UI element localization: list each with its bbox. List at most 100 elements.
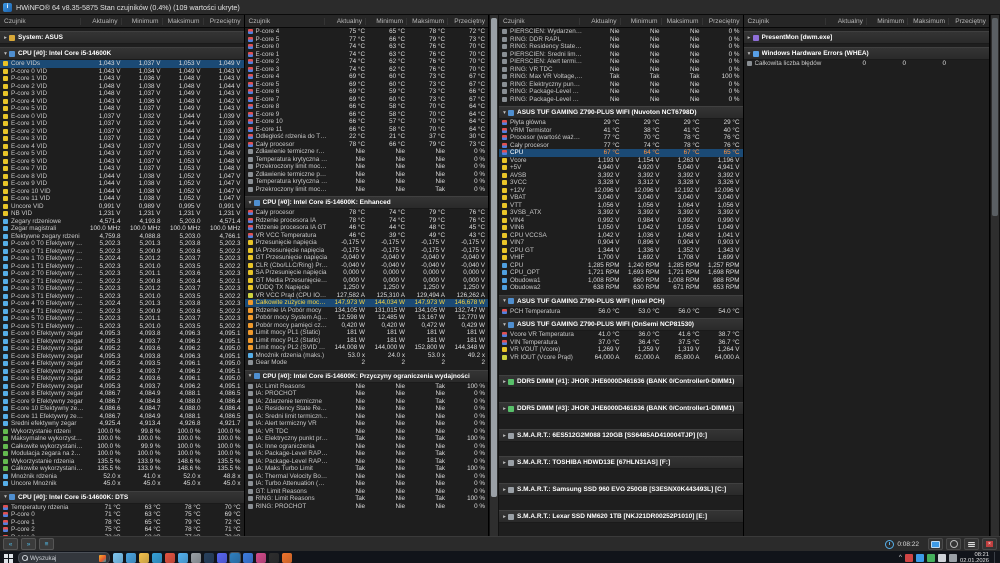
column-header-sensor[interactable]: Czujnik: [499, 18, 579, 25]
hwinfo-title-bar[interactable]: i HWiNFO® 64 v8.35-5875 Stan czujników (…: [0, 0, 1000, 15]
expanded-icon[interactable]: ▾: [2, 494, 9, 500]
tray-overflow-chevron-icon[interactable]: ^: [899, 555, 902, 561]
collapsed-icon[interactable]: ▸: [501, 514, 508, 520]
sensor-row[interactable]: RING: Package-Level PL2...NieNieNie0 %: [499, 96, 743, 104]
column-header-average[interactable]: Przeciętny: [447, 18, 488, 25]
sensor-section-row[interactable]: ▸PresentMon [dwm.exe]: [744, 31, 989, 44]
sensor-row[interactable]: E-core 11 VID1,044 V1,038 V1,052 V1,047 …: [0, 195, 244, 203]
sensor-row[interactable]: P-core 4 T1 Efektywny zegar5,202.35,200.…: [0, 308, 244, 316]
column-header-maximum[interactable]: Maksimum: [661, 18, 702, 25]
tray-icon-network[interactable]: [949, 554, 957, 562]
sensor-row[interactable]: P-core 4 VID1,043 V1,036 V1,048 V1,042 V: [0, 98, 244, 106]
column-header-current[interactable]: Aktualny: [324, 18, 365, 25]
sensor-row[interactable]: RING: DDR RAPLNieNieNie0 %: [499, 36, 743, 44]
sensor-row[interactable]: VIN70,904 V0,896 V0,904 V0,903 V: [499, 239, 743, 247]
sensor-row[interactable]: E-core 3 VID1,037 V1,032 V1,044 V1,039 V: [0, 135, 244, 143]
sensor-row[interactable]: IA: Średni limit termiczny dla bieżą...N…: [245, 413, 489, 421]
sensor-row[interactable]: GT Przesunięcie napięcia-0,040 V-0,040 V…: [245, 254, 489, 262]
sensor-row[interactable]: E-core 669 °C59 °C73 °C66 °C: [245, 88, 489, 96]
expanded-icon[interactable]: ▾: [501, 298, 508, 304]
sensor-row[interactable]: Rdzenie procesora IA GT46 °C44 °C48 °C45…: [245, 224, 489, 232]
sensor-row[interactable]: IA: Inne ograniczeniaNieNieNie0 %: [245, 443, 489, 451]
sensor-row[interactable]: E-core 769 °C60 °C73 °C67 °C: [245, 96, 489, 104]
sensor-row[interactable]: Zdławienie termiczne pakietu/peryferiówN…: [245, 171, 489, 179]
sensor-row[interactable]: IA: Zdarzenie termiczneNieNieTak0 %: [245, 398, 489, 406]
expanded-icon[interactable]: ▾: [247, 200, 254, 206]
sensor-section-row[interactable]: ▸DDR5 DIMM [#1]: JHOR JHE6000D461636 (BA…: [499, 375, 743, 388]
sensor-row[interactable]: Całkowite wykorzystanie procesora135.5 %…: [0, 465, 244, 473]
sensor-row[interactable]: E-core 2 VID1,037 V1,032 V1,044 V1,039 V: [0, 128, 244, 136]
sensor-row[interactable]: Mnożnik rdzenia52.0 x41.0 x52.0 x48.8 x: [0, 473, 244, 481]
collapsed-icon[interactable]: ▸: [501, 433, 508, 439]
collapsed-icon[interactable]: ▸: [2, 35, 9, 41]
sensor-section-row[interactable]: ▾CPU [#0]: Intel Core i5-14600K: [0, 47, 244, 60]
search-input[interactable]: Wyszukaj: [18, 552, 110, 563]
sensor-row[interactable]: IA: Limit ReasonsNieNieTak100 %: [245, 383, 489, 391]
sensor-row[interactable]: IA: Turbo Attenuation (MCT)NieNieNie0 %: [245, 480, 489, 488]
sensor-row[interactable]: E-core 0 VID1,037 V1,032 V1,044 V1,039 V: [0, 113, 244, 121]
taskbar-icon-chrome-browser[interactable]: [165, 553, 175, 563]
sensor-row[interactable]: E-core 5 Efektywny zegar4,095.34,093.74,…: [0, 368, 244, 376]
sensor-row[interactable]: 3VSB_ATX3,392 V3,392 V3,392 V3,392 V: [499, 209, 743, 217]
collapsed-icon[interactable]: ▸: [501, 487, 508, 493]
sensor-row[interactable]: RING: Package-Level RAPL...NieNieNie0 %: [499, 88, 743, 96]
taskbar-icon-steam[interactable]: [204, 553, 214, 563]
sensor-row[interactable]: P-core 3 T0 Efektywny zegar5,202.35,201.…: [0, 285, 244, 293]
column-header-minimum[interactable]: Minimum: [365, 18, 406, 25]
column-header-maximum[interactable]: Maksimum: [162, 18, 203, 25]
column-header-maximum[interactable]: Maksimum: [406, 18, 447, 25]
sensor-row[interactable]: P-core 475 °C65 °C78 °C72 °C: [245, 28, 489, 36]
sensor-row[interactable]: VBAT3,040 V3,040 V3,040 V3,040 V: [499, 194, 743, 202]
sensor-row[interactable]: Vcore1,193 V1,154 V1,263 V1,196 V: [499, 157, 743, 165]
sensor-row[interactable]: Cały procesor77 °C74 °C78 °C76 °C: [499, 142, 743, 150]
sensor-row[interactable]: E-core 10 Efektywny zegar4,086.64,084.74…: [0, 405, 244, 413]
sensor-row[interactable]: P-core 577 °C66 °C79 °C73 °C: [245, 36, 489, 44]
sensor-section-row[interactable]: ▸S.M.A.R.T.: 6ES512G2M088 120GB [SS6485A…: [499, 429, 743, 442]
sensor-row[interactable]: Zegar magistrali100.0 MHz100.0 MHz100.0 …: [0, 225, 244, 233]
taskbar-icon-mail[interactable]: [243, 553, 253, 563]
sensor-row[interactable]: E-core 1 VID1,037 V1,032 V1,044 V1,039 V: [0, 120, 244, 128]
sensor-row[interactable]: P-core 3 VID1,048 V1,037 V1,049 V1,043 V: [0, 90, 244, 98]
sensor-row[interactable]: Pobór mocy pamięci części chipa0,420 W0,…: [245, 322, 489, 330]
sensor-row[interactable]: VTT1,056 V1,056 V1,064 V1,056 V: [499, 202, 743, 210]
sensor-row[interactable]: IA: Maks Turbo LimitTakNieTak100 %: [245, 465, 489, 473]
sensor-row[interactable]: P-core 0 T1 Efektywny zegar5,202.35,200.…: [0, 248, 244, 256]
sensor-row[interactable]: Przekroczony limit mocy pakietu/peryf...…: [245, 186, 489, 194]
sensor-row[interactable]: E-core 966 °C58 °C70 °C64 °C: [245, 111, 489, 119]
sensor-row[interactable]: Limit mocy PL1 (Static)181 W181 W181 W18…: [245, 329, 489, 337]
sensor-section-row[interactable]: ▾CPU [#0]: Intel Core i5-14600K: Przyczy…: [245, 370, 489, 383]
sensor-row[interactable]: P-core 5 T1 Efektywny zegar5,202.35,201.…: [0, 323, 244, 331]
column-header-average[interactable]: Przeciętny: [702, 18, 743, 25]
sensor-row[interactable]: Efektywne zegary rdzeni4,759.84,088.85,2…: [0, 233, 244, 241]
collapsed-icon[interactable]: ▸: [501, 406, 508, 412]
sensor-section-row[interactable]: ▾ASUS TUF GAMING Z790-PLUS WIFI (OnSemi …: [499, 318, 743, 331]
sensor-row[interactable]: E-core 1166 °C58 °C70 °C64 °C: [245, 126, 489, 134]
sensor-row[interactable]: PIERŚCIEŃ: Alert termiczny...NieNieNie0 …: [499, 58, 743, 66]
sensor-row[interactable]: Obudowa11,008 RPM960 RPM1,008 RPM988 RPM: [499, 277, 743, 285]
sensor-row[interactable]: IA: Thermal Velocity BoostNieNieNie0 %: [245, 473, 489, 481]
report-button[interactable]: [964, 538, 979, 550]
sensor-section-row[interactable]: ▸DDR5 DIMM [#3]: JHOR JHE6000D461636 (BA…: [499, 402, 743, 415]
sensor-row[interactable]: E-core 7 Efektywny zegar4,095.34,093.74,…: [0, 383, 244, 391]
sensor-row[interactable]: Rdzenie IA Pobór mocy134,105 W131,015 W1…: [245, 307, 489, 315]
sensor-section-row[interactable]: ▾ASUS TUF GAMING Z790-PLUS WIFI (Intel P…: [499, 295, 743, 308]
sensor-row[interactable]: E-core 074 °C63 °C76 °C70 °C: [245, 43, 489, 51]
column-header-sensor[interactable]: Czujnik: [744, 18, 825, 25]
middle-scrollbar[interactable]: [489, 15, 499, 536]
sensor-row[interactable]: Vcore VR Temperatura41.0 °C36.0 °C41.6 °…: [499, 331, 743, 339]
sensor-row[interactable]: E-core 8 VID1,044 V1,038 V1,052 V1,047 V: [0, 173, 244, 181]
sensor-row[interactable]: Odległość rdzenia do TJMAX22 °C21 °C37 °…: [245, 133, 489, 141]
scrollbar-thumb[interactable]: [491, 18, 497, 497]
sensor-row[interactable]: RING: Residency State Reg...NieNieNie0 %: [499, 43, 743, 51]
sensor-row[interactable]: Przesunięcie napięcia-0,175 V-0,175 V-0,…: [245, 239, 489, 247]
sensor-row[interactable]: P-core 0 VID1,043 V1,034 V1,049 V1,043 V: [0, 68, 244, 76]
sensor-row[interactable]: NB VID1,231 V1,231 V1,231 V1,231 V: [0, 210, 244, 218]
sensor-row[interactable]: CPU1,285 RPM1,240 RPM1,285 RPM1,257 RPM: [499, 262, 743, 270]
taskbar-icon-microsoft-store[interactable]: [178, 553, 188, 563]
sensor-row[interactable]: Całkowite zużycie mocy przez proce...147…: [245, 299, 489, 307]
sensor-row[interactable]: E-core 469 °C60 °C73 °C67 °C: [245, 73, 489, 81]
sensor-row[interactable]: IA: Package-Level RAPL PL2NieNieTak0 %: [245, 458, 489, 466]
sensor-row[interactable]: Zegary rdzeniowe4,571.44,193.85,203.04,5…: [0, 218, 244, 226]
sensor-row[interactable]: Rdzenie procesora IA78 °C74 °C79 °C76 °C: [245, 217, 489, 225]
sensor-row[interactable]: Całkowita liczba błędów000: [744, 60, 989, 68]
